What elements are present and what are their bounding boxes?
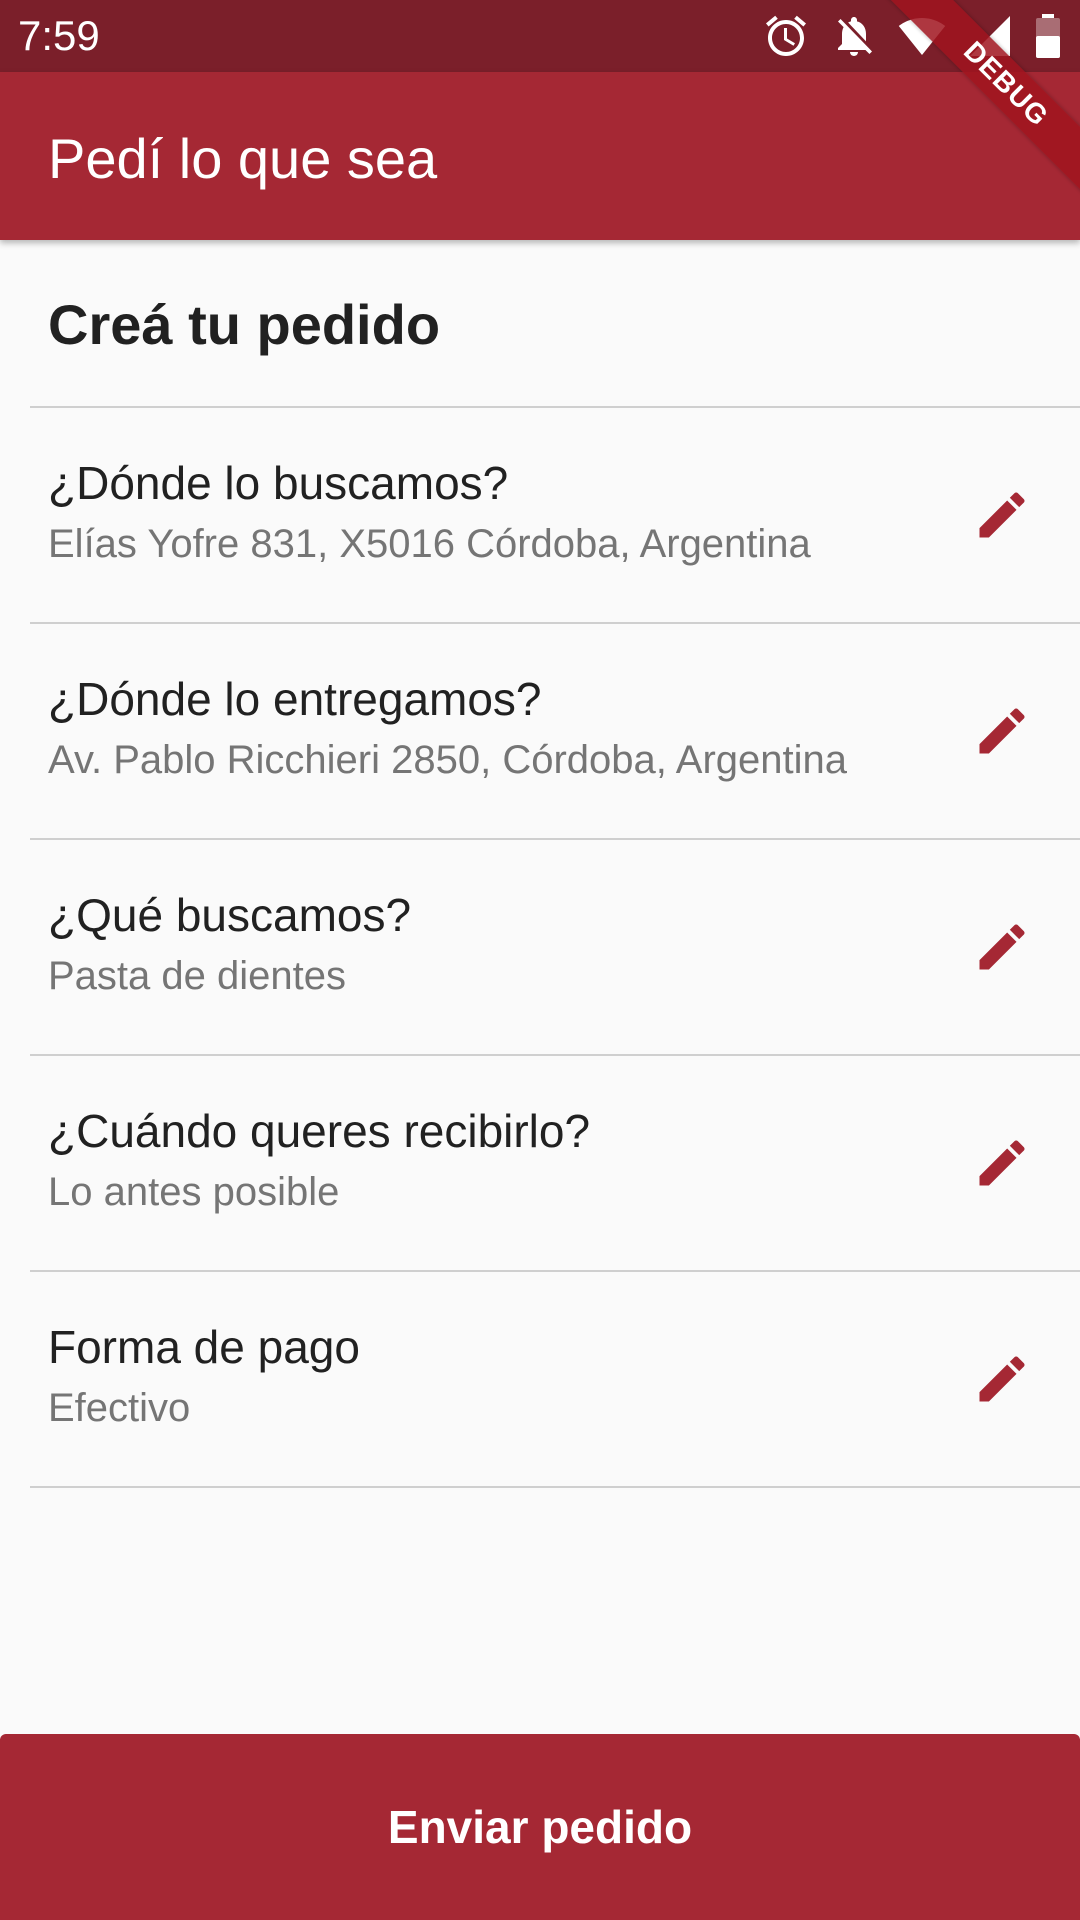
field-label: ¿Dónde lo buscamos?	[48, 457, 509, 509]
edit-icon[interactable]	[972, 701, 1032, 761]
status-icons	[742, 12, 1062, 60]
status-bar: 7:59	[0, 0, 1080, 72]
order-field-item[interactable]: ¿Qué buscamos? Pasta de dientes	[30, 840, 1080, 1056]
field-label: ¿Cuándo queres recibirlo?	[48, 1105, 591, 1157]
edit-icon[interactable]	[972, 917, 1032, 977]
notifications-off-icon	[830, 12, 878, 60]
alarm-icon	[762, 12, 810, 60]
order-field-list: ¿Dónde lo buscamos? Elías Yofre 831, X50…	[30, 406, 1080, 1488]
edit-icon[interactable]	[972, 485, 1032, 545]
field-value: Pasta de dientes	[48, 954, 346, 998]
battery-icon	[1034, 12, 1062, 60]
field-label: Forma de pago	[48, 1321, 360, 1373]
submit-order-button[interactable]: Enviar pedido	[0, 1734, 1080, 1920]
app-title: Pedí lo que sea	[48, 127, 438, 190]
edit-icon[interactable]	[972, 1133, 1032, 1193]
field-label: ¿Qué buscamos?	[48, 889, 412, 941]
field-label: ¿Dónde lo entregamos?	[48, 673, 542, 725]
field-value: Elías Yofre 831, X5016 Córdoba, Argentin…	[48, 522, 811, 566]
status-time: 7:59	[18, 12, 100, 59]
page-title: Creá tu pedido	[48, 293, 441, 356]
order-field-time[interactable]: ¿Cuándo queres recibirlo? Lo antes posib…	[30, 1056, 1080, 1272]
order-field-pickup[interactable]: ¿Dónde lo buscamos? Elías Yofre 831, X50…	[30, 408, 1080, 624]
wifi-icon	[898, 12, 946, 60]
app-bar: Pedí lo que sea	[0, 72, 1080, 240]
order-field-delivery[interactable]: ¿Dónde lo entregamos? Av. Pablo Ricchier…	[30, 624, 1080, 840]
cell-signal-icon	[966, 12, 1014, 60]
edit-icon[interactable]	[972, 1349, 1032, 1409]
order-field-payment[interactable]: Forma de pago Efectivo	[30, 1272, 1080, 1488]
field-value: Av. Pablo Ricchieri 2850, Córdoba, Argen…	[48, 738, 848, 782]
field-value: Efectivo	[48, 1386, 191, 1430]
field-value: Lo antes posible	[48, 1170, 340, 1214]
